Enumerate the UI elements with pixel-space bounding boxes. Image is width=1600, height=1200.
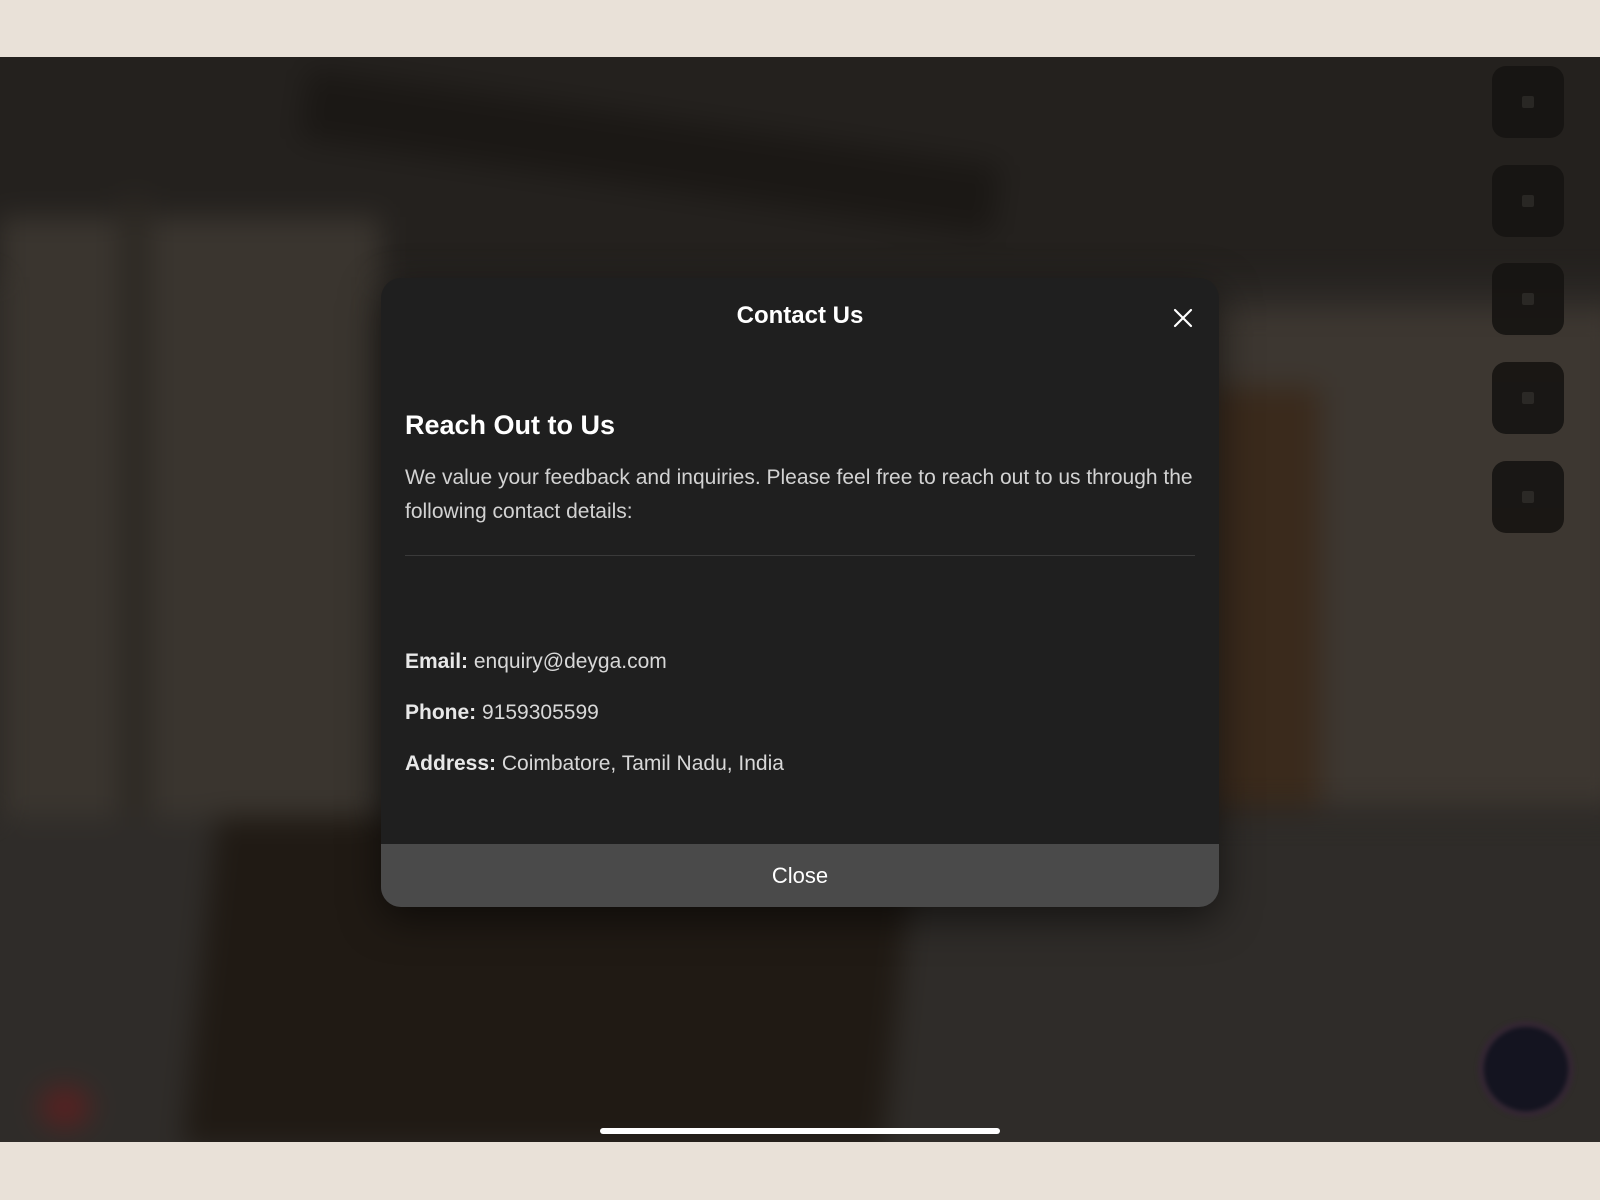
- dialog-content: Reach Out to Us We value your feedback a…: [405, 410, 1195, 775]
- contact-dialog: Contact Us Reach Out to Us We value your…: [381, 278, 1219, 907]
- toolbar-button-1[interactable]: [1492, 66, 1564, 138]
- phone-value[interactable]: 9159305599: [482, 701, 599, 724]
- section-heading: Reach Out to Us: [405, 410, 616, 440]
- email-label: Email:: [405, 650, 469, 673]
- toolbar-button-3[interactable]: [1492, 263, 1564, 335]
- email-value[interactable]: enquiry@deyga.com: [474, 650, 667, 673]
- dialog-title: Contact Us: [736, 302, 864, 329]
- divider: [405, 555, 1195, 556]
- phone-label: Phone:: [405, 701, 477, 724]
- contact-phone-row: Phone: 9159305599: [405, 701, 599, 725]
- close-button[interactable]: Close: [381, 844, 1219, 907]
- toolbar-button-5[interactable]: [1492, 461, 1564, 533]
- contact-email-row: Email: enquiry@deyga.com: [405, 650, 667, 674]
- contact-address-row: Address: Coimbatore, Tamil Nadu, India: [405, 752, 784, 776]
- close-icon[interactable]: [1169, 304, 1197, 332]
- toolbar-button-2[interactable]: [1492, 165, 1564, 237]
- home-indicator: [600, 1128, 1000, 1134]
- floating-action-button[interactable]: [1484, 1027, 1568, 1111]
- address-label: Address:: [405, 752, 497, 775]
- toolbar-button-4[interactable]: [1492, 362, 1564, 434]
- address-value: Coimbatore, Tamil Nadu, India: [501, 752, 784, 775]
- description-text: We value your feedback and inquiries. Pl…: [405, 466, 1193, 523]
